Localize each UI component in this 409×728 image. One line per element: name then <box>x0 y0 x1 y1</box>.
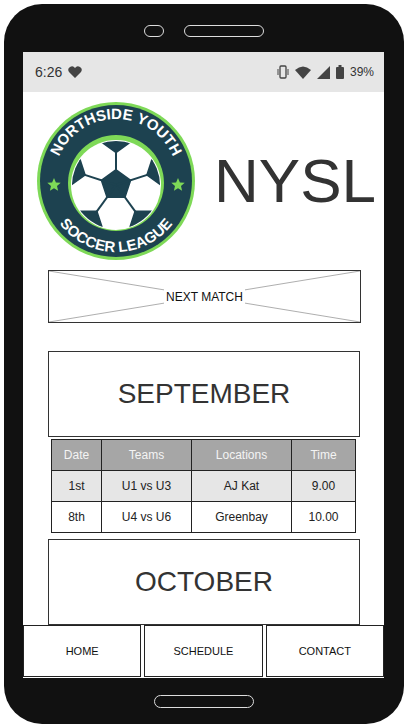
camera-slot <box>144 25 164 37</box>
vibrate-icon <box>277 65 289 79</box>
table-header: DateTeamsLocationsTime <box>52 440 356 471</box>
heart-icon <box>68 66 82 78</box>
column-header: Teams <box>102 440 192 471</box>
table-cell: 9.00 <box>292 471 356 502</box>
battery-level: 39% <box>350 65 374 79</box>
signal-icon <box>317 66 330 79</box>
nav-button[interactable]: CONTACT <box>266 625 384 677</box>
phone-top <box>4 4 404 52</box>
table-cell: Greenbay <box>192 502 292 533</box>
svg-text:SOCCER LEAGUE: SOCCER LEAGUE <box>57 215 175 255</box>
table-cell: 1st <box>52 471 102 502</box>
screen: 6:2639%NORTHSIDE YOUTHSOCCER LEAGUENYSLN… <box>23 52 384 678</box>
status-bar: 6:26 39% <box>23 52 384 92</box>
home-key[interactable] <box>154 695 254 708</box>
site-title: NYSL <box>214 150 376 212</box>
nav-button[interactable]: HOME <box>23 625 141 677</box>
status-time: 6:26 <box>35 64 62 80</box>
speaker-slot <box>184 25 264 37</box>
svg-text:NORTHSIDE YOUTH: NORTHSIDE YOUTH <box>46 105 185 158</box>
wifi-icon <box>295 66 311 79</box>
status-icons: 39% <box>277 65 374 79</box>
phone-frame: 6:2639%NORTHSIDE YOUTHSOCCER LEAGUENYSLN… <box>4 4 404 724</box>
next-match-label: NEXT MATCH <box>164 289 245 305</box>
page-content: NORTHSIDE YOUTH SOCCER LEAGUE NYSL NEXT MAT… <box>23 92 384 625</box>
table-cell: 8th <box>52 502 102 533</box>
month-heading: OCTOBER <box>48 539 360 625</box>
schedule-table: DateTeamsLocationsTime1stU1 vs U3AJ Kat9… <box>51 439 356 533</box>
column-header: Date <box>52 440 102 471</box>
phone-bottom <box>4 678 404 724</box>
header: NORTHSIDE YOUTH SOCCER LEAGUE NYSL <box>36 101 376 261</box>
nav-button[interactable]: SCHEDULE <box>144 625 262 677</box>
table-cell: 10.00 <box>292 502 356 533</box>
table-row: 1stU1 vs U3AJ Kat9.00 <box>52 471 356 502</box>
bottom-nav: HOMESCHEDULECONTACT <box>23 625 384 678</box>
next-match-placeholder[interactable]: NEXT MATCH <box>48 270 361 323</box>
league-logo-icon: NORTHSIDE YOUTH SOCCER LEAGUE <box>36 101 196 261</box>
column-header: Locations <box>192 440 292 471</box>
month-heading: SEPTEMBER <box>48 351 360 437</box>
table-cell: U4 vs U6 <box>102 502 192 533</box>
table-cell: AJ Kat <box>192 471 292 502</box>
column-header: Time <box>292 440 356 471</box>
table-row: 8thU4 vs U6Greenbay10.00 <box>52 502 356 533</box>
table-cell: U1 vs U3 <box>102 471 192 502</box>
battery-icon <box>336 65 344 79</box>
